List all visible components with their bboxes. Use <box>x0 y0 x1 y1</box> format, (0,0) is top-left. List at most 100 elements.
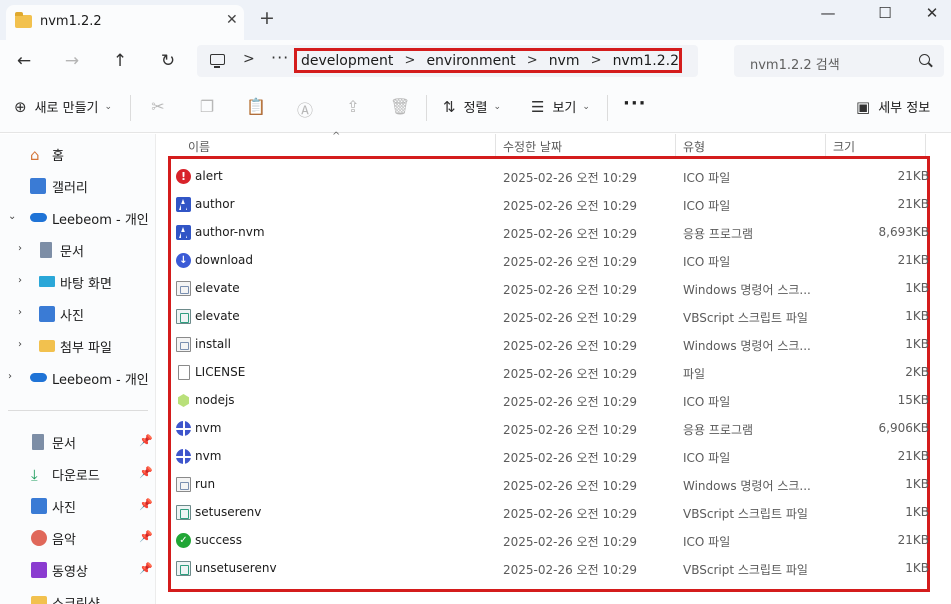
file-row[interactable]: unsetuserenv 2025-02-26 오전 10:29 VBScript … <box>171 555 933 583</box>
back-arrow-icon[interactable]: ← <box>13 50 35 72</box>
file-name: success <box>195 533 242 547</box>
file-size: 21KB <box>897 169 929 183</box>
pin-icon[interactable]: 📌 <box>139 434 153 447</box>
file-size: 15KB <box>897 393 929 407</box>
file-row[interactable]: elevate 2025-02-26 오전 10:29 VBScript 스크립트 … <box>171 303 933 331</box>
videos-icon <box>31 562 47 578</box>
more-crumbs-button[interactable]: ··· <box>271 48 289 67</box>
file-row[interactable]: ! alert 2025-02-26 오전 10:29 ICO 파일 21KB <box>171 163 933 191</box>
file-row[interactable]: nvm 2025-02-26 오전 10:29 응용 프로그램 6,906KB <box>171 415 933 443</box>
breadcrumb-environment[interactable]: environment <box>426 53 515 69</box>
pin-icon[interactable]: 📌 <box>139 530 153 543</box>
chevron-right-icon[interactable]: > <box>243 51 255 67</box>
forward-arrow-icon[interactable]: → <box>61 50 83 72</box>
minimize-button[interactable]: — <box>813 4 843 22</box>
gallery-icon <box>30 178 46 194</box>
file-row[interactable]: elevate 2025-02-26 오전 10:29 Windows 명령어 스크… <box>171 275 933 303</box>
chevron-right-icon[interactable]: › <box>18 339 22 350</box>
pin-icon[interactable]: 📌 <box>139 466 153 479</box>
file-size: 21KB <box>897 197 929 211</box>
chevron-right-icon[interactable]: > <box>579 53 612 68</box>
file-row[interactable]: setuserenv 2025-02-26 오전 10:29 VBScript 스크… <box>171 499 933 527</box>
file-name: alert <box>195 169 223 183</box>
new-button[interactable]: ⊕ 새로 만들기 ⌄ <box>14 97 112 117</box>
document-file-icon <box>178 365 190 380</box>
file-date: 2025-02-26 오전 10:29 <box>503 227 638 241</box>
file-row[interactable]: run 2025-02-26 오전 10:29 Windows 명령어 스크... 1… <box>171 471 933 499</box>
column-header-name[interactable]: 이름 ^ <box>157 131 496 158</box>
chevron-right-icon[interactable]: › <box>18 243 22 254</box>
share-icon[interactable]: ⇪ <box>343 97 363 116</box>
file-row[interactable]: LICENSE 2025-02-26 오전 10:29 파일 2KB <box>171 359 933 387</box>
sidebar-item-desktop[interactable]: › 바탕 화면 <box>0 269 155 295</box>
sidebar-item-documents[interactable]: › 문서 <box>0 237 155 263</box>
file-row[interactable]: install 2025-02-26 오전 10:29 Windows 명령어 스크… <box>171 331 933 359</box>
pin-icon[interactable]: 📌 <box>139 498 153 511</box>
file-size: 1KB <box>905 281 929 295</box>
file-type: Windows 명령어 스크... <box>683 283 811 297</box>
file-row[interactable]: nvm 2025-02-26 오전 10:29 ICO 파일 21KB <box>171 443 933 471</box>
file-type: VBScript 스크립트 파일 <box>683 563 808 577</box>
rename-icon[interactable]: Ⓐ <box>295 97 315 121</box>
file-row[interactable]: nodejs 2025-02-26 오전 10:29 ICO 파일 15KB <box>171 387 933 415</box>
sidebar-item-pictures[interactable]: › 사진 <box>0 301 155 327</box>
sidebar-item-home[interactable]: ⌂ 홈 <box>0 141 155 167</box>
sidebar-item-gallery[interactable]: 갤러리 <box>0 173 155 199</box>
close-window-button[interactable]: ✕ <box>917 4 947 22</box>
quick-access-screenshots[interactable]: 스크린샷 <box>0 589 155 604</box>
computer-icon[interactable] <box>210 54 225 68</box>
chevron-right-icon[interactable]: › <box>18 307 22 318</box>
cut-icon[interactable]: ✂ <box>148 97 168 116</box>
sidebar-item-attachments[interactable]: › 첨부 파일 <box>0 333 155 359</box>
more-options-icon[interactable]: ··· <box>623 93 647 114</box>
refresh-icon[interactable]: ↻ <box>157 50 179 72</box>
sidebar-item-label: 사진 <box>52 501 76 516</box>
home-icon: ⌂ <box>30 146 40 164</box>
sidebar-item-onedrive-2[interactable]: › Leebeom - 개인 <box>0 365 155 391</box>
breadcrumb-nvm122[interactable]: nvm1.2.2 <box>613 53 679 69</box>
sidebar-item-label: 첨부 파일 <box>60 341 112 356</box>
pin-icon[interactable]: 📌 <box>139 562 153 575</box>
folder-icon <box>15 12 32 28</box>
search-icon[interactable] <box>919 54 930 65</box>
quick-access-music[interactable]: 음악 📌 <box>0 525 155 551</box>
quick-access-downloads[interactable]: ⤓ 다운로드 📌 <box>0 461 155 487</box>
up-arrow-icon[interactable]: ↑ <box>109 50 131 72</box>
file-row[interactable]: author-nvm 2025-02-26 오전 10:29 응용 프로그램 8,69… <box>171 219 933 247</box>
file-row[interactable]: ✓ success 2025-02-26 오전 10:29 ICO 파일 21KB <box>171 527 933 555</box>
column-header-date[interactable]: 수정한 날짜 <box>496 134 676 158</box>
quick-access-videos[interactable]: 동영상 📌 <box>0 557 155 583</box>
quick-access-documents[interactable]: 문서 📌 <box>0 429 155 455</box>
file-name: download <box>195 253 254 267</box>
sidebar-item-onedrive[interactable]: ⌄ Leebeom - 개인 <box>0 205 155 231</box>
file-row[interactable]: ↓ download 2025-02-26 오전 10:29 ICO 파일 21KB <box>171 247 933 275</box>
breadcrumb-nvm[interactable]: nvm <box>549 53 580 69</box>
sidebar-item-label: 홈 <box>52 149 64 164</box>
file-type: ICO 파일 <box>683 199 731 213</box>
chevron-down-icon[interactable]: ⌄ <box>8 211 16 222</box>
quick-access-pictures[interactable]: 사진 📌 <box>0 493 155 519</box>
close-tab-icon[interactable]: ✕ <box>226 12 238 28</box>
details-pane-button[interactable]: ▣ 세부 정보 <box>856 97 930 117</box>
column-header-size[interactable]: 크기 <box>826 134 926 158</box>
column-header-label: 이름 <box>188 140 211 154</box>
new-tab-button[interactable]: + <box>259 9 275 28</box>
column-header-type[interactable]: 유형 <box>676 134 826 158</box>
file-row[interactable]: author 2025-02-26 오전 10:29 ICO 파일 21KB <box>171 191 933 219</box>
chevron-right-icon[interactable]: › <box>8 371 12 382</box>
maximize-button[interactable]: ☐ <box>870 4 900 22</box>
address-bar[interactable]: > ··· development > environment > nvm > … <box>197 45 698 77</box>
view-button[interactable]: ☰ 보기 ⌄ <box>531 97 590 117</box>
copy-icon[interactable]: ❐ <box>197 97 217 116</box>
chevron-right-icon[interactable]: > <box>516 53 549 68</box>
file-date: 2025-02-26 오전 10:29 <box>503 563 638 577</box>
chevron-right-icon[interactable]: › <box>18 275 22 286</box>
paste-icon[interactable]: 📋 <box>246 97 266 116</box>
chevron-right-icon[interactable]: > <box>393 53 426 68</box>
search-input[interactable]: nvm1.2.2 검색 <box>734 45 944 77</box>
sort-button[interactable]: ⇅ 정렬 ⌄ <box>443 97 501 117</box>
tab-nvm[interactable]: nvm1.2.2 ✕ <box>6 5 244 40</box>
breadcrumb-development[interactable]: development <box>301 53 393 69</box>
file-name: author <box>195 197 235 211</box>
delete-icon[interactable]: 🗑 <box>390 97 410 116</box>
